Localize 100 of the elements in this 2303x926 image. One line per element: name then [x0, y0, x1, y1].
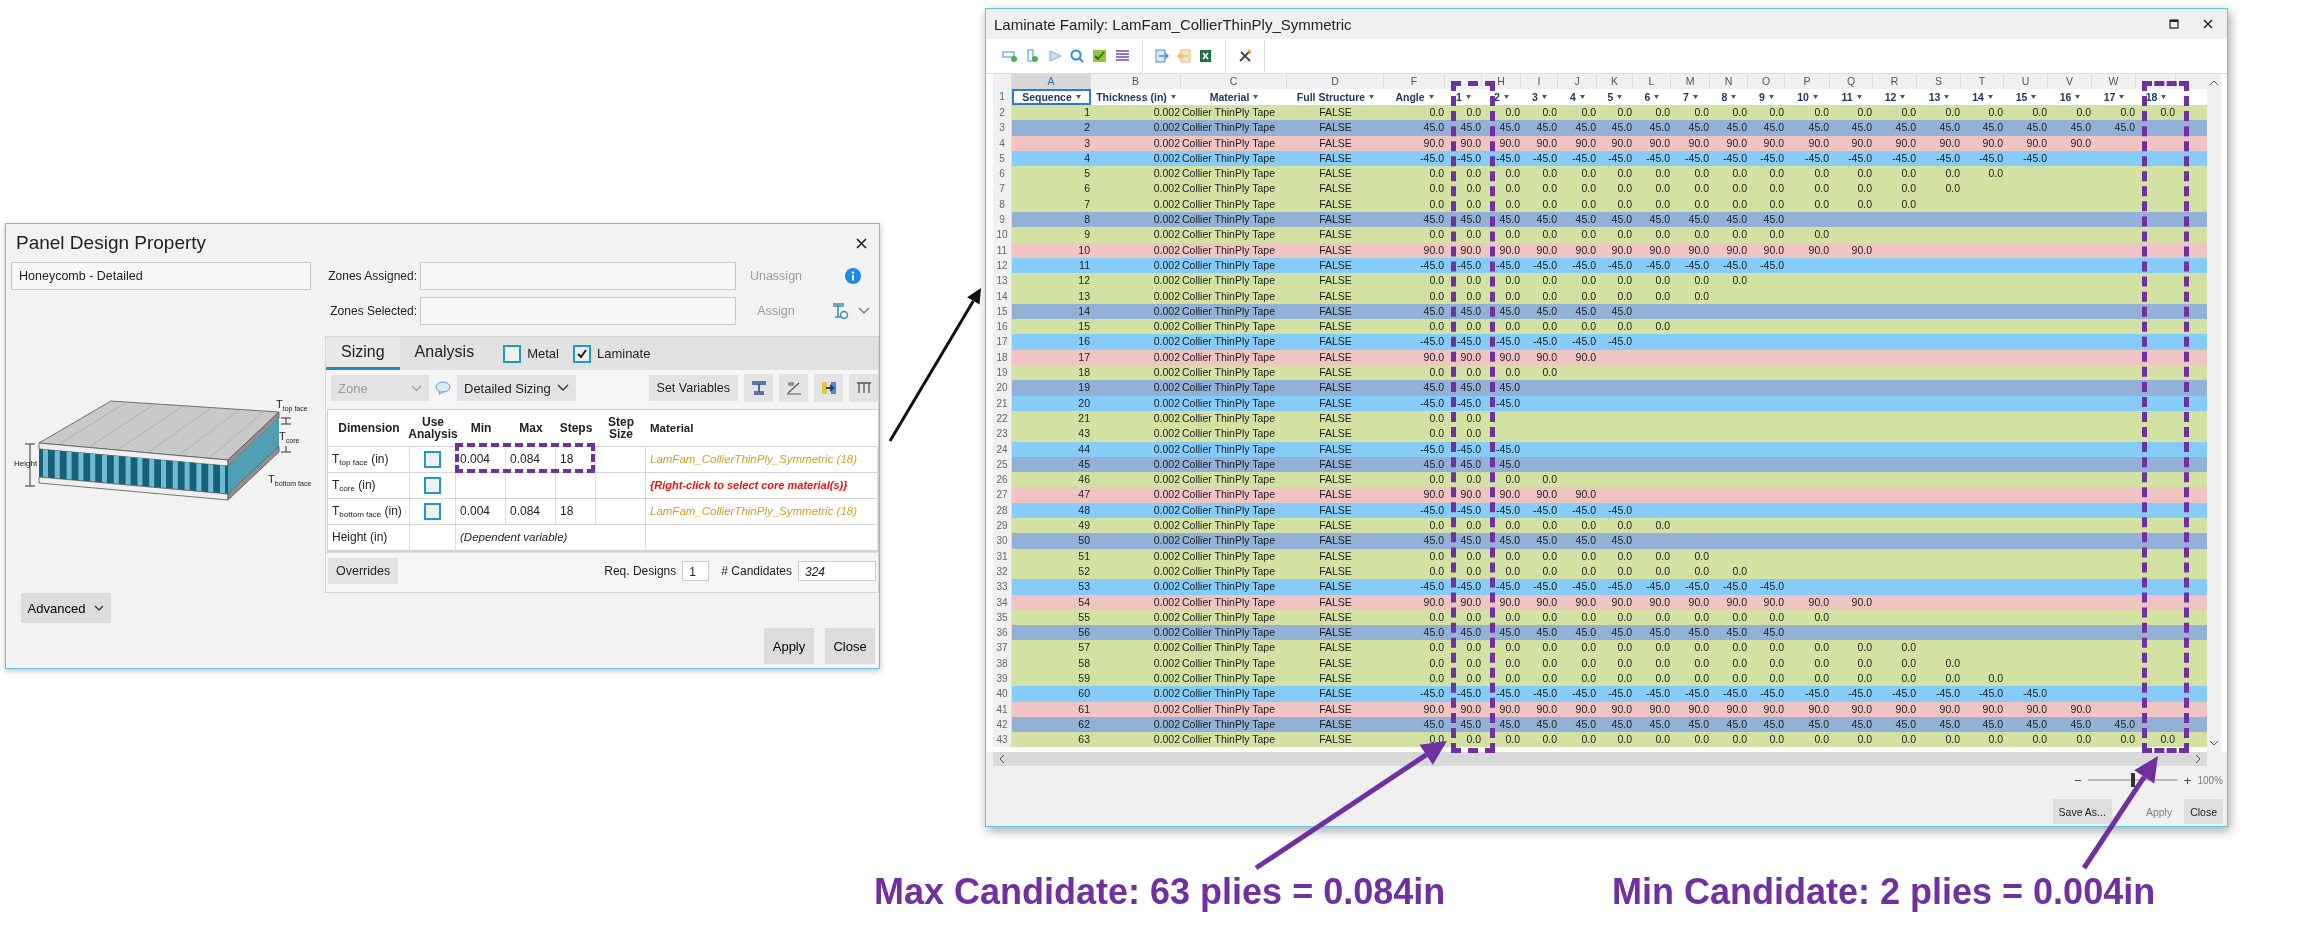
caret-icon[interactable]	[557, 384, 569, 393]
add-row-icon[interactable]	[1002, 49, 1018, 63]
filter-icon[interactable]	[1654, 95, 1660, 99]
name-field[interactable]: Honeycomb - Detailed	[11, 262, 311, 290]
annotation-text: Max Candidate: 63 plies = 0.084in	[874, 871, 1446, 913]
list-icon[interactable]	[1115, 49, 1130, 63]
scroll-down-icon[interactable]	[2209, 740, 2219, 746]
table-cell-text: 0.002	[1152, 395, 1181, 411]
import-icon[interactable]	[1155, 49, 1169, 63]
table-row[interactable]: 47 0.002 Collier ThinPly Tape FALSE 90.0 90.0 90.0 90.0 90.0	[1012, 487, 2207, 503]
filter-icon[interactable]	[2161, 95, 2167, 99]
filter-icon[interactable]	[1768, 95, 1774, 99]
filter-icon[interactable]	[1856, 95, 1862, 99]
filter-icon[interactable]	[1900, 95, 1906, 99]
zoom-in-button[interactable]: +	[2183, 772, 2192, 788]
filter-icon[interactable]	[1987, 95, 1993, 99]
filter-icon[interactable]	[1731, 95, 1737, 99]
dialog-button[interactable]: Apply	[764, 628, 814, 664]
tools-icon[interactable]	[1238, 49, 1252, 63]
table-cell-text: 0.0	[1768, 196, 1785, 212]
checkbox[interactable]	[424, 476, 441, 494]
filter-icon[interactable]	[2031, 95, 2037, 99]
table-row[interactable]: 8 0.002 Collier ThinPly Tape FALSE 45.0 45.0 45.0 45.0 45.0 45.0 45.0 45.0 45.0 45.0	[1012, 212, 2207, 228]
table-cell-text: 0.0	[1580, 732, 1597, 748]
filter-icon[interactable]	[2119, 95, 2125, 99]
horizontal-scrollbar[interactable]	[993, 752, 2207, 766]
req-designs-field[interactable]: 1	[682, 561, 710, 582]
beam-icon[interactable]	[830, 301, 850, 321]
zones-field[interactable]	[420, 297, 736, 325]
tab[interactable]: Analysis	[399, 337, 490, 371]
window-button[interactable]: Close	[2184, 799, 2223, 824]
table-row[interactable]: 57 0.002 Collier ThinPly Tape FALSE 0.0 0.0 0.0 0.0 0.0 0.0 0.0 0.0 0.0 0.0 0.0 0.0 0.0	[1012, 640, 2207, 656]
table-cell-text: FALSE	[1318, 349, 1353, 365]
excel-icon[interactable]	[1199, 49, 1213, 63]
info-icon[interactable]	[845, 268, 861, 284]
table-row[interactable]: 49 0.002 Collier ThinPly Tape FALSE 0.0 0.0 0.0 0.0 0.0 0.0 0.0	[1012, 518, 2207, 534]
column-letter[interactable]: A	[1012, 74, 1091, 89]
maximize-icon[interactable]	[2169, 19, 2179, 29]
dialog-button[interactable]: Close	[825, 628, 875, 664]
checkbox[interactable]	[424, 450, 441, 468]
sizing-dropdown[interactable]: Detailed Sizing	[457, 375, 576, 402]
caret-icon[interactable]	[94, 605, 105, 611]
checkbox[interactable]	[424, 502, 441, 520]
table-row[interactable]: 15 0.002 Collier ThinPly Tape FALSE 0.0 0.0 0.0 0.0 0.0 0.0 0.0	[1012, 319, 2207, 335]
filter-icon[interactable]	[1170, 95, 1176, 99]
advanced-button[interactable]: Advanced	[21, 593, 111, 623]
filter-icon[interactable]	[1503, 95, 1509, 99]
set-variables-button[interactable]: Set Variables	[648, 375, 738, 402]
table-row[interactable]: 2 0.002 Collier ThinPly Tape FALSE 45.0 45.0 45.0 45.0 45.0 45.0 45.0 45.0 45.0 45.0 45.0 45.0 45.0 45.0 45.0 45.0 45.0 45.0	[1012, 120, 2207, 136]
filter-icon[interactable]	[1692, 95, 1698, 99]
filter-icon[interactable]	[1428, 95, 1434, 99]
table-cell-text: 45.0	[1762, 625, 1785, 641]
filter-icon[interactable]	[1617, 95, 1623, 99]
scroll-left-icon[interactable]	[999, 754, 1005, 764]
checkbox[interactable]	[503, 344, 522, 363]
table-row[interactable]: 5 0.002 Collier ThinPly Tape FALSE 0.0 0.0 0.0 0.0 0.0 0.0 0.0 0.0 0.0 0.0 0.0 0.0 0.0 0.0 0.0	[1012, 166, 2207, 182]
zones-field[interactable]	[420, 262, 736, 290]
table-row[interactable]: 46 0.002 Collier ThinPly Tape FALSE 0.0 0.0 0.0 0.0	[1012, 472, 2207, 488]
vertical-scrollbar[interactable]	[2207, 74, 2221, 752]
add-column-icon[interactable]	[1026, 49, 1040, 63]
overrides-button[interactable]: Overrides	[328, 558, 399, 585]
table-row[interactable]: 19 0.002 Collier ThinPly Tape FALSE 45.0 45.0 45.0	[1012, 380, 2207, 396]
i-beam-button[interactable]	[744, 374, 773, 403]
table-row[interactable]: 12 0.002 Collier ThinPly Tape FALSE 0.0 0.0 0.0 0.0 0.0 0.0 0.0 0.0 0.0	[1012, 273, 2207, 289]
columns-button[interactable]	[849, 374, 878, 403]
slider-thumb[interactable]	[2130, 773, 2135, 787]
filter-icon[interactable]	[1253, 95, 1259, 99]
filter-icon[interactable]	[1369, 95, 1375, 99]
table-row[interactable]: 53 0.002 Collier ThinPly Tape FALSE -45.0 -45.0 -45.0 -45.0 -45.0 -45.0 -45.0 -45.0 -45.0 -45.0	[1012, 579, 2207, 595]
close-icon[interactable]	[856, 237, 867, 249]
close-icon[interactable]	[2203, 19, 2213, 29]
search-icon[interactable]	[1070, 49, 1084, 63]
slope-chart-button[interactable]	[779, 374, 808, 403]
table-cell-text: -45.0	[1607, 257, 1633, 273]
table-row[interactable]: 6 0.002 Collier ThinPly Tape FALSE 0.0 0.0 0.0 0.0 0.0 0.0 0.0 0.0 0.0 0.0 0.0 0.0 0.0 0.0	[1012, 181, 2207, 197]
scroll-right-icon[interactable]	[2195, 754, 2201, 764]
table-row[interactable]: 60 0.002 Collier ThinPly Tape FALSE -45.0 -45.0 -45.0 -45.0 -45.0 -45.0 -45.0 -45.0 -45.0 -45.0 -45.0 -45.0 -45.0 -45.0 -45.0 -45.0	[1012, 686, 2207, 702]
table-row[interactable]: 18 0.002 Collier ThinPly Tape FALSE 0.0 0.0 0.0 0.0	[1012, 365, 2207, 381]
table-cell-text: 57	[1077, 640, 1091, 656]
table-row[interactable]: 56 0.002 Collier ThinPly Tape FALSE 45.0 45.0 45.0 45.0 45.0 45.0 45.0 45.0 45.0 45.0	[1012, 625, 2207, 641]
filter-icon[interactable]	[1541, 95, 1547, 99]
table-row[interactable]: 50 0.002 Collier ThinPly Tape FALSE 45.0 45.0 45.0 45.0 45.0 45.0	[1012, 533, 2207, 549]
filter-icon[interactable]	[1075, 95, 1081, 99]
table-row[interactable]: 16 0.002 Collier ThinPly Tape FALSE -45.0 -45.0 -45.0 -45.0 -45.0 -45.0	[1012, 334, 2207, 350]
sheet-check-icon[interactable]	[1092, 49, 1107, 63]
table-row[interactable]: 9 0.002 Collier ThinPly Tape FALSE 0.0 0.0 0.0 0.0 0.0 0.0 0.0 0.0 0.0 0.0 0.0	[1012, 227, 2207, 243]
zoom-out-button[interactable]: −	[2074, 772, 2082, 788]
checkbox[interactable]	[572, 344, 591, 363]
color-grid-button[interactable]	[814, 374, 843, 403]
window-button[interactable]: Save As...	[2052, 799, 2112, 824]
filter-icon[interactable]	[1579, 95, 1585, 99]
filter-icon[interactable]	[1944, 95, 1950, 99]
table-row[interactable]: 1 0.002 Collier ThinPly Tape FALSE 0.0 0.0 0.0 0.0 0.0 0.0 0.0 0.0 0.0 0.0 0.0 0.0 0.0 0.0 0.0 0.0 0.0 0.0 0.0	[1012, 105, 2207, 121]
filter-icon[interactable]	[1812, 95, 1818, 99]
filter-icon[interactable]	[2075, 95, 2081, 99]
scroll-up-icon[interactable]	[2209, 80, 2219, 86]
candidates-field[interactable]: 324	[798, 561, 876, 582]
filter-icon[interactable]	[1465, 95, 1471, 99]
table-row[interactable]: 43 0.002 Collier ThinPly Tape FALSE 0.0 0.0	[1012, 426, 2207, 442]
tab[interactable]: Sizing	[326, 337, 400, 371]
